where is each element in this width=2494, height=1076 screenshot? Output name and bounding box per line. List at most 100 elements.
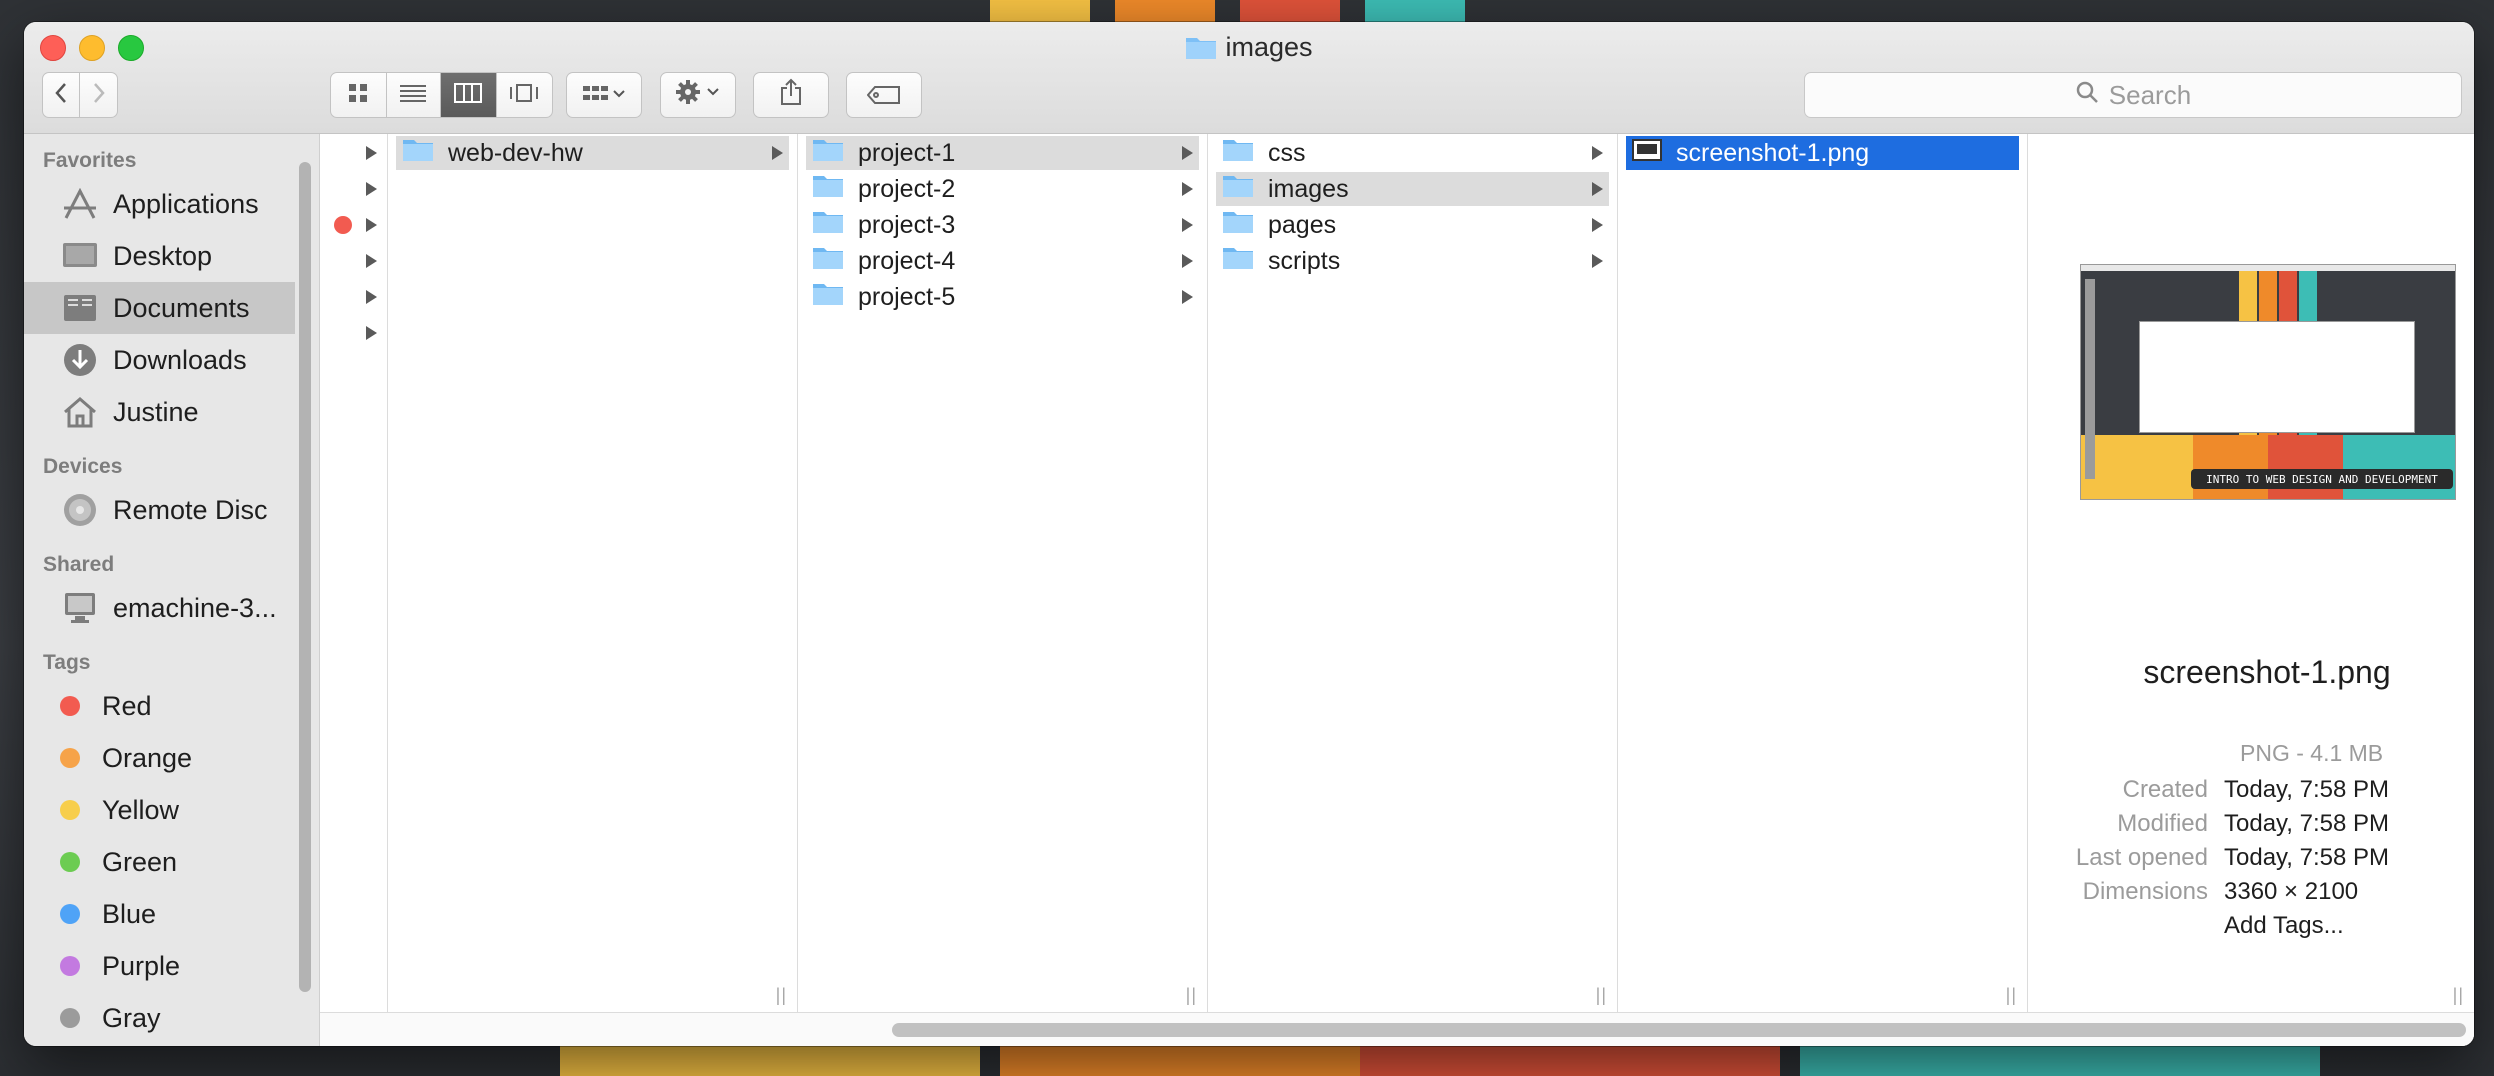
sidebar-item-desktop[interactable]: Desktop	[24, 230, 319, 282]
column-images: screenshot-1.png ||	[1618, 134, 2028, 1012]
sidebar-scrollbar[interactable]	[299, 162, 311, 992]
folder-web-dev-hw[interactable]: web-dev-hw	[396, 136, 789, 170]
wallpaper-stripe	[1115, 0, 1215, 22]
action-button[interactable]	[660, 72, 736, 118]
tag-label: Gray	[102, 1002, 161, 1033]
column-resize-handle[interactable]: ||	[2453, 985, 2464, 1006]
disclosure-arrow-icon	[1592, 218, 1603, 232]
grid-icon	[348, 83, 368, 108]
folder-icon	[812, 138, 844, 169]
sidebar-item-downloads[interactable]: Downloads	[24, 334, 319, 386]
folder-icon	[1222, 174, 1254, 205]
list-item[interactable]	[320, 136, 383, 170]
dimensions-label: Dimensions	[2082, 878, 2208, 905]
view-mode-control	[330, 72, 553, 118]
column-browser: web-dev-hw || project-1 project-2 projec…	[320, 134, 2474, 1046]
tag-red[interactable]: Red	[24, 680, 319, 732]
preview-thumbnail: INTRO TO WEB DESIGN AND DEVELOPMENT	[2080, 264, 2456, 500]
last-opened-label: Last opened	[2075, 844, 2208, 871]
folder-icon	[1222, 210, 1254, 241]
home-icon	[60, 394, 100, 430]
chevron-right-icon	[92, 82, 106, 109]
tag-orange[interactable]: Orange	[24, 732, 319, 784]
folder-images[interactable]: images	[1216, 172, 1609, 206]
folder-name: project-5	[858, 282, 956, 311]
nav-buttons	[42, 72, 118, 118]
disc-icon	[60, 492, 100, 528]
file-name: screenshot-1.png	[1676, 138, 1870, 167]
sidebar-item-documents[interactable]: Documents	[24, 282, 295, 334]
list-item[interactable]	[320, 172, 383, 206]
list-item[interactable]	[320, 280, 383, 314]
tag-label: Yellow	[102, 794, 180, 825]
yellow-tag-dot-icon	[60, 800, 80, 820]
search-icon	[2075, 80, 2109, 111]
list-item[interactable]	[320, 316, 383, 350]
tag-blue[interactable]: Blue	[24, 888, 319, 940]
folder-name: scripts	[1268, 246, 1341, 275]
sidebar-item-applications[interactable]: Applications	[24, 178, 319, 230]
folder-project-4[interactable]: project-4	[806, 244, 1199, 278]
modified-label: Modified	[2117, 810, 2208, 837]
column-resize-handle[interactable]: ||	[776, 985, 787, 1006]
folder-pages[interactable]: pages	[1216, 208, 1609, 242]
icon-view-button[interactable]	[331, 73, 387, 117]
finder-window: images Search Favorites Applications Des…	[24, 22, 2474, 1046]
search-field[interactable]: Search	[1804, 72, 2462, 118]
column-resize-handle[interactable]: ||	[1596, 985, 1607, 1006]
folder-name: project-4	[858, 246, 956, 275]
file-screenshot-1[interactable]: screenshot-1.png	[1626, 136, 2019, 170]
folder-project-1[interactable]: project-1	[806, 136, 1199, 170]
folder-name: project-2	[858, 174, 956, 203]
disclosure-arrow-icon	[1182, 146, 1193, 160]
tags-button[interactable]	[846, 72, 922, 118]
purple-tag-dot-icon	[60, 956, 80, 976]
sidebar-section-favorites: Favorites	[43, 149, 137, 172]
applications-icon	[60, 186, 100, 222]
folder-scripts[interactable]: scripts	[1216, 244, 1609, 278]
sidebar-item-label: Justine	[113, 396, 199, 427]
folder-project-5[interactable]: project-5	[806, 280, 1199, 314]
sidebar-item-emachine[interactable]: emachine-3...	[24, 582, 319, 634]
sidebar-item-remote-disc[interactable]: Remote Disc	[24, 484, 319, 536]
column-view-button[interactable]	[441, 73, 497, 117]
sidebar-item-label: emachine-3...	[113, 592, 277, 623]
cover-flow-icon	[508, 83, 540, 108]
preview-metadata: Created Today, 7:58 PM Modified Today, 7:5…	[2060, 776, 2474, 946]
disclosure-arrow-icon	[1182, 182, 1193, 196]
sidebar-item-justine[interactable]: Justine	[24, 386, 319, 438]
folder-icon	[812, 210, 844, 241]
forward-button[interactable]	[80, 73, 117, 117]
last-opened-value: Today, 7:58 PM	[2224, 844, 2389, 871]
image-file-icon	[1632, 138, 1662, 169]
tag-label: Purple	[102, 950, 181, 981]
folder-icon	[1185, 34, 1217, 67]
scrollbar-thumb[interactable]	[892, 1023, 2466, 1037]
tag-yellow[interactable]: Yellow	[24, 784, 319, 836]
tag-label: Red	[102, 690, 152, 721]
column-resize-handle[interactable]: ||	[2006, 985, 2017, 1006]
arrange-icon	[582, 80, 626, 111]
arrange-button[interactable]	[566, 72, 642, 118]
column-resize-handle[interactable]: ||	[1186, 985, 1197, 1006]
folder-project-2[interactable]: project-2	[806, 172, 1199, 206]
gear-icon	[675, 79, 721, 112]
chevron-left-icon	[54, 82, 68, 109]
preview-kind-size: PNG - 4.1 MB	[2240, 740, 2384, 766]
back-button[interactable]	[43, 73, 81, 117]
list-item[interactable]	[320, 244, 383, 278]
tag-purple[interactable]: Purple	[24, 940, 319, 992]
tag-gray[interactable]: Gray	[24, 992, 319, 1044]
cover-flow-button[interactable]	[497, 73, 552, 117]
horizontal-scrollbar[interactable]	[320, 1012, 2474, 1046]
folder-css[interactable]: css	[1216, 136, 1609, 170]
desktop-icon	[60, 238, 100, 274]
add-tags-link[interactable]: Add Tags...	[2224, 912, 2344, 946]
share-button[interactable]	[753, 72, 829, 118]
list-item[interactable]	[320, 208, 383, 242]
list-view-button[interactable]	[387, 73, 442, 117]
tag-green[interactable]: Green	[24, 836, 319, 888]
folder-project-3[interactable]: project-3	[806, 208, 1199, 242]
disclosure-arrow-icon	[366, 182, 377, 196]
column-documents: web-dev-hw ||	[388, 134, 798, 1012]
